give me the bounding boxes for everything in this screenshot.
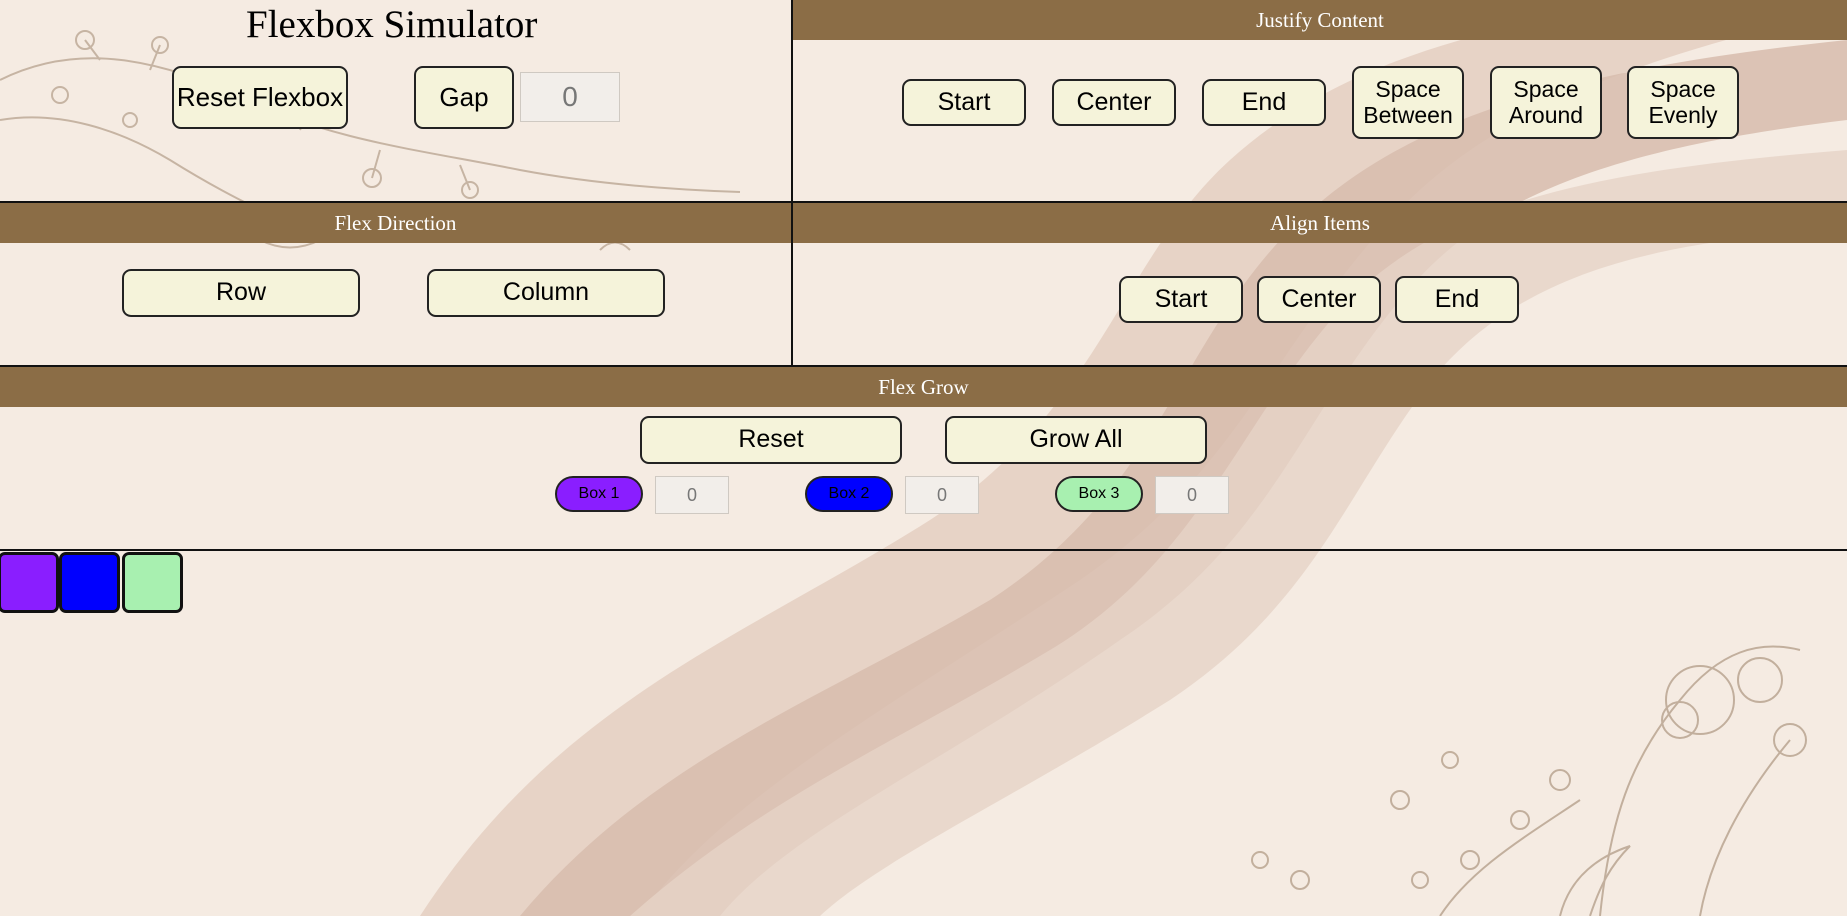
page-title: Flexbox Simulator xyxy=(246,3,538,46)
align-items-panel: Align Items Start Center End xyxy=(791,201,1847,367)
flex-grow-header: Flex Grow xyxy=(0,367,1847,407)
justify-center-button[interactable]: Center xyxy=(1052,79,1176,126)
justify-space-evenly-button[interactable]: Space Evenly xyxy=(1627,66,1739,139)
flex-grow-panel: Flex Grow Reset Grow All Box 1 0 Box 2 0… xyxy=(0,365,1847,551)
align-end-button[interactable]: End xyxy=(1395,276,1519,323)
reset-flexbox-button[interactable]: Reset Flexbox xyxy=(172,66,348,129)
flex-preview-container xyxy=(0,552,200,616)
flex-direction-panel: Flex Direction Row Column xyxy=(0,201,793,367)
flex-direction-header: Flex Direction xyxy=(0,203,791,243)
grow-all-button[interactable]: Grow All xyxy=(945,416,1207,464)
box-3-grow-button[interactable]: Box 3 xyxy=(1055,476,1143,512)
box-1-grow-input[interactable]: 0 xyxy=(655,476,729,514)
direction-row-button[interactable]: Row xyxy=(122,269,360,317)
justify-content-panel: Justify Content Start Center End Space B… xyxy=(791,0,1847,203)
align-start-button[interactable]: Start xyxy=(1119,276,1243,323)
justify-end-button[interactable]: End xyxy=(1202,79,1326,126)
align-center-button[interactable]: Center xyxy=(1257,276,1381,323)
main-controls-panel: Flexbox Simulator Reset Flexbox Gap 0 xyxy=(0,0,793,203)
box-3-grow-input[interactable]: 0 xyxy=(1155,476,1229,514)
grow-reset-button[interactable]: Reset xyxy=(640,416,902,464)
gap-input[interactable]: 0 xyxy=(520,72,620,122)
gap-button[interactable]: Gap xyxy=(414,66,514,129)
justify-start-button[interactable]: Start xyxy=(902,79,1026,126)
justify-space-between-button[interactable]: Space Between xyxy=(1352,66,1464,139)
justify-space-around-button[interactable]: Space Around xyxy=(1490,66,1602,139)
direction-column-button[interactable]: Column xyxy=(427,269,665,317)
box-2-grow-input[interactable]: 0 xyxy=(905,476,979,514)
box-2-grow-button[interactable]: Box 2 xyxy=(805,476,893,512)
align-items-header: Align Items xyxy=(793,203,1847,243)
box-1-grow-button[interactable]: Box 1 xyxy=(555,476,643,512)
justify-content-header: Justify Content xyxy=(793,0,1847,40)
